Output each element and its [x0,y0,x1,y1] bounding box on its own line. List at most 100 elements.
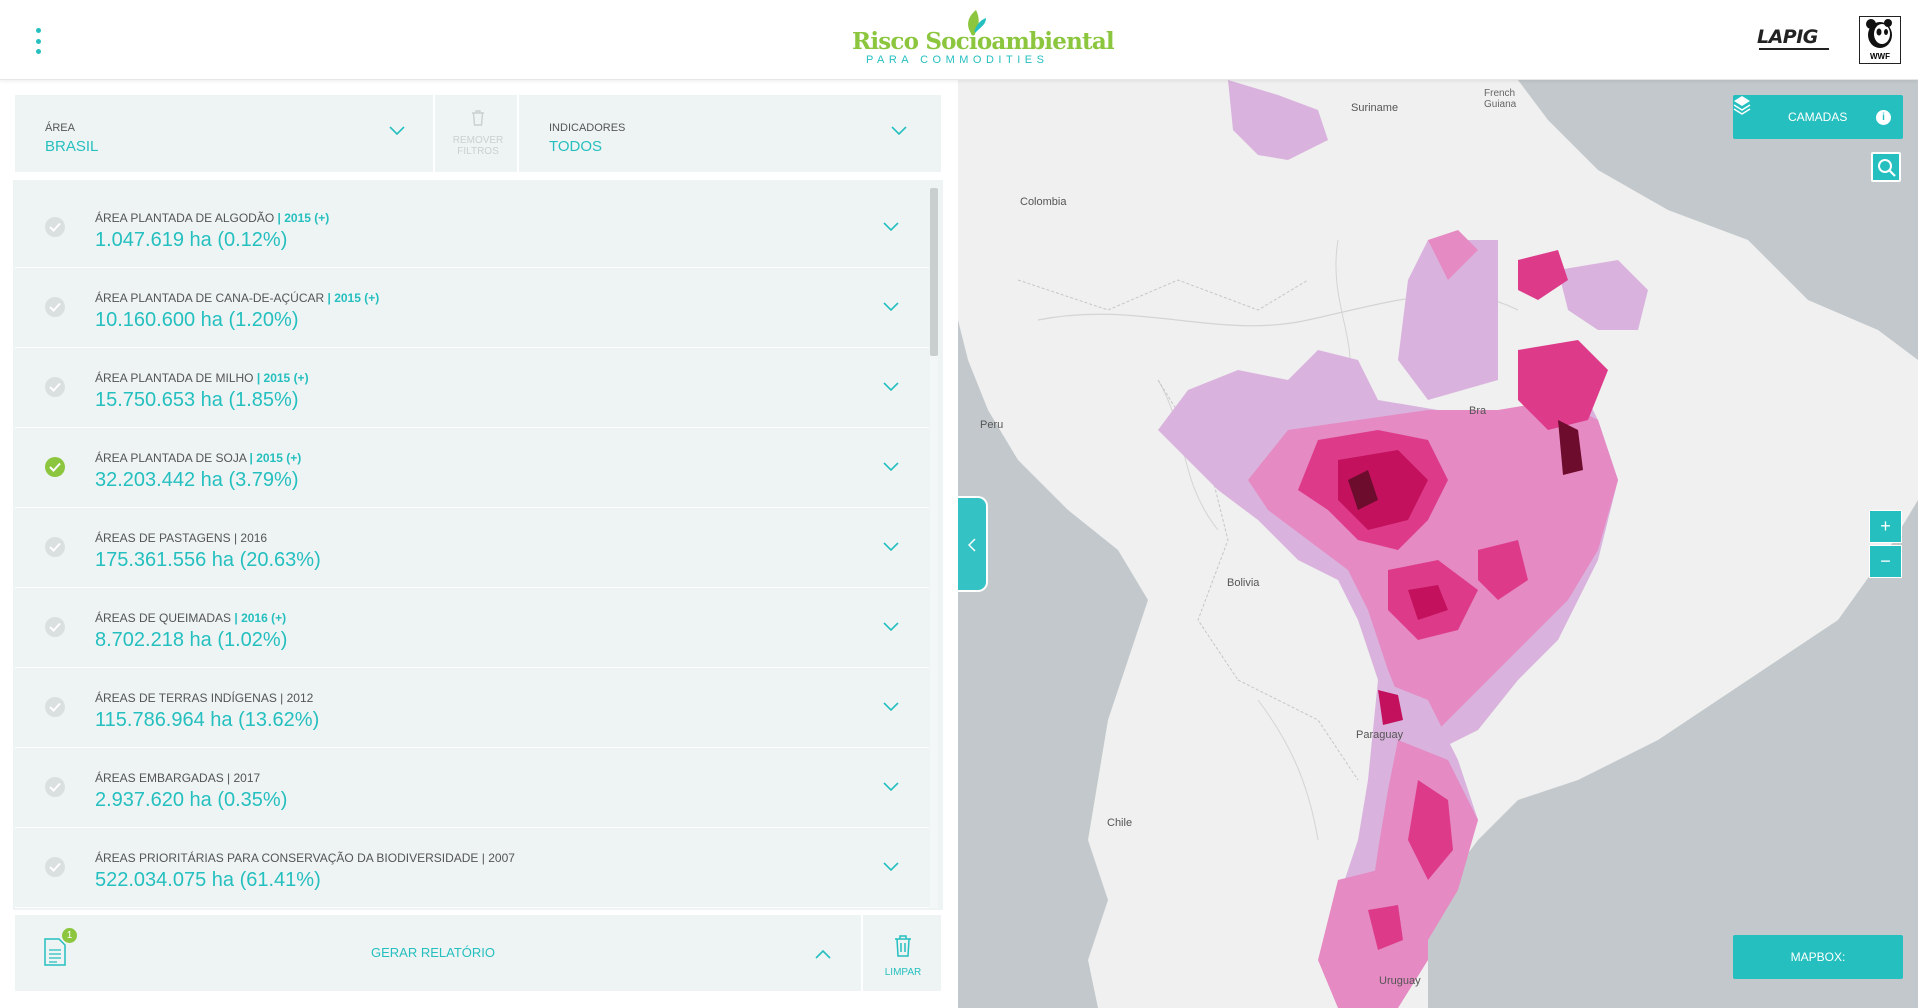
filter-bar: ÁREA BRASIL REMOVER FILTROS INDICADORES T… [15,95,941,172]
panda-icon [1866,19,1892,48]
indicator-row[interactable]: ÁREA PLANTADA DE ALGODÃO | 2015 (+) 1.047… [15,188,929,268]
menu-icon[interactable] [30,28,46,54]
indicator-title: ÁREA PLANTADA DE CANA-DE-AÇÚCAR | 2015 (… [95,291,379,305]
indicator-row[interactable]: ÁREAS EMBARGADAS | 2017 2.937.620 ha (0.3… [15,748,929,828]
chevron-down-icon[interactable] [883,862,899,872]
zoom-in-button[interactable]: + [1869,510,1902,543]
report-document-icon[interactable] [43,937,67,972]
lapig-logo-underline [1759,48,1829,50]
mapbox-button[interactable]: MAPBOX: [1733,935,1903,979]
zoom-out-button[interactable]: − [1869,545,1902,578]
indicator-row[interactable]: ÁREA PLANTADA DE CANA-DE-AÇÚCAR | 2015 (… [15,268,929,348]
indicator-value: 10.160.600 ha (1.20%) [95,309,299,331]
chevron-down-icon[interactable] [883,462,899,472]
check-icon[interactable] [45,297,65,317]
map-label-bolivia: Bolivia [1227,577,1260,589]
map-label-paraguay: Paraguay [1356,729,1404,741]
indicator-year: | 2015 (+) [327,291,380,305]
map-label-suriname: Suriname [1351,102,1399,114]
chevron-down-icon[interactable] [883,382,899,392]
map-search-button[interactable] [1871,152,1901,182]
area-filter-dropdown[interactable]: ÁREA BRASIL [15,95,435,172]
chevron-down-icon[interactable] [883,782,899,792]
chevron-down-icon[interactable] [883,542,899,552]
chevron-down-icon[interactable] [883,222,899,232]
indicator-title: ÁREAS DE QUEIMADAS | 2016 (+) [95,611,286,625]
indicator-value: 1.047.619 ha (0.12%) [95,229,288,251]
indicator-year: | 2017 [227,771,261,785]
trash-icon [472,110,484,126]
check-icon[interactable] [45,777,65,797]
search-icon [1878,159,1896,177]
generate-report-button[interactable]: GERAR RELATÓRIO [371,945,495,960]
map-label-chile: Chile [1107,817,1133,829]
wwf-logo: WWF [1859,16,1901,64]
map-label-peru: Peru [980,419,1004,431]
chevron-down-icon[interactable] [883,302,899,312]
indicator-value: 2.937.620 ha (0.35%) [95,789,288,811]
check-icon[interactable] [45,617,65,637]
layers-icon [1733,96,1751,115]
collapse-panel-button[interactable] [958,496,988,592]
remove-filters-button[interactable]: REMOVER FILTROS [437,95,519,172]
map-label-uruguay: Uruguay [1379,975,1421,987]
layers-label: CAMADAS [1788,110,1848,124]
indicators-panel: ÁREA BRASIL REMOVER FILTROS INDICADORES T… [0,80,958,1008]
indicator-name: ÁREAS DE QUEIMADAS [95,611,232,625]
indicator-name: ÁREA PLANTADA DE ALGODÃO [95,211,275,225]
indicator-name: ÁREA PLANTADA DE CANA-DE-AÇÚCAR [95,291,325,305]
indicator-row[interactable]: ÁREA PLANTADA DE MILHO | 2015 (+) 15.750.… [15,348,929,428]
indicator-year: | 2012 [280,691,314,705]
check-icon[interactable] [45,217,65,237]
map-label-colombia: Colombia [1020,196,1067,208]
check-icon[interactable] [45,697,65,717]
indicators-filter-label: INDICADORES [549,122,626,134]
indicator-title: ÁREAS PRIORITÁRIAS PARA CONSERVAÇÃO DA B… [95,851,515,865]
wwf-logo-text: WWF [1870,52,1890,61]
indicator-title: ÁREAS DE PASTAGENS | 2016 [95,531,267,545]
indicator-row[interactable]: ÁREAS DE PASTAGENS | 2016 175.361.556 ha … [15,508,929,588]
indicator-row[interactable]: ÁREAS DE QUEIMADAS | 2016 (+) 8.702.218 h… [15,588,929,668]
logo-title: Risco Socioambiental [852,28,1115,55]
indicators-filter-value: TODOS [549,138,603,155]
clear-button[interactable]: LIMPAR [861,915,941,991]
report-count-badge: 1 [62,928,77,943]
indicator-year: | 2016 (+) [234,611,287,625]
remove-filters-label-line2: FILTROS [457,146,499,157]
check-icon[interactable] [45,857,65,877]
indicator-title: ÁREA PLANTADA DE MILHO | 2015 (+) [95,371,309,385]
layers-button[interactable]: CAMADAS i [1733,95,1903,139]
remove-filters-label-line1: REMOVER [452,135,504,146]
report-bar: 1 GERAR RELATÓRIO LIMPAR [15,915,941,991]
area-filter-value: BRASIL [45,138,99,155]
chevron-up-icon[interactable] [815,949,831,959]
indicator-name: ÁREAS DE TERRAS INDÍGENAS [95,691,277,705]
indicator-list: ÁREA PLANTADA DE ALGODÃO | 2015 (+) 1.047… [13,180,943,910]
indicator-row[interactable]: ÁREA PLANTADA DE SOJA | 2015 (+) 32.203.4… [15,428,929,508]
map-canvas[interactable] [958,80,1918,1008]
indicator-value: 32.203.442 ha (3.79%) [95,469,299,491]
check-icon[interactable] [45,537,65,557]
indicator-year: | 2007 [481,851,515,865]
map-label-brazil: Bra [1469,405,1487,417]
indicator-title: ÁREA PLANTADA DE SOJA | 2015 (+) [95,451,301,465]
indicator-year: | 2015 (+) [256,371,309,385]
chevron-down-icon[interactable] [883,622,899,632]
indicator-row[interactable]: ÁREAS DE TERRAS INDÍGENAS | 2012 115.786.… [15,668,929,748]
info-icon[interactable]: i [1876,110,1891,125]
chevron-down-icon [891,126,907,136]
check-icon[interactable] [45,377,65,397]
indicator-row[interactable]: ÁREAS PRIORITÁRIAS PARA CONSERVAÇÃO DA B… [15,828,929,908]
scrollbar-thumb[interactable] [930,188,938,356]
indicator-list-items: ÁREA PLANTADA DE ALGODÃO | 2015 (+) 1.047… [15,188,929,908]
indicator-name: ÁREA PLANTADA DE SOJA [95,451,247,465]
indicator-name: ÁREAS EMBARGADAS [95,771,224,785]
trash-icon [895,935,911,957]
remove-filters-label: REMOVER FILTROS [437,135,519,157]
indicator-year: | 2016 [233,531,268,545]
check-icon[interactable] [45,457,65,477]
map-view[interactable]: Colombia Suriname French Guiana Peru Bol… [958,80,1918,1008]
indicator-list-scrollbar[interactable] [930,188,938,908]
chevron-down-icon[interactable] [883,702,899,712]
indicators-filter-dropdown[interactable]: INDICADORES TODOS [519,95,941,172]
